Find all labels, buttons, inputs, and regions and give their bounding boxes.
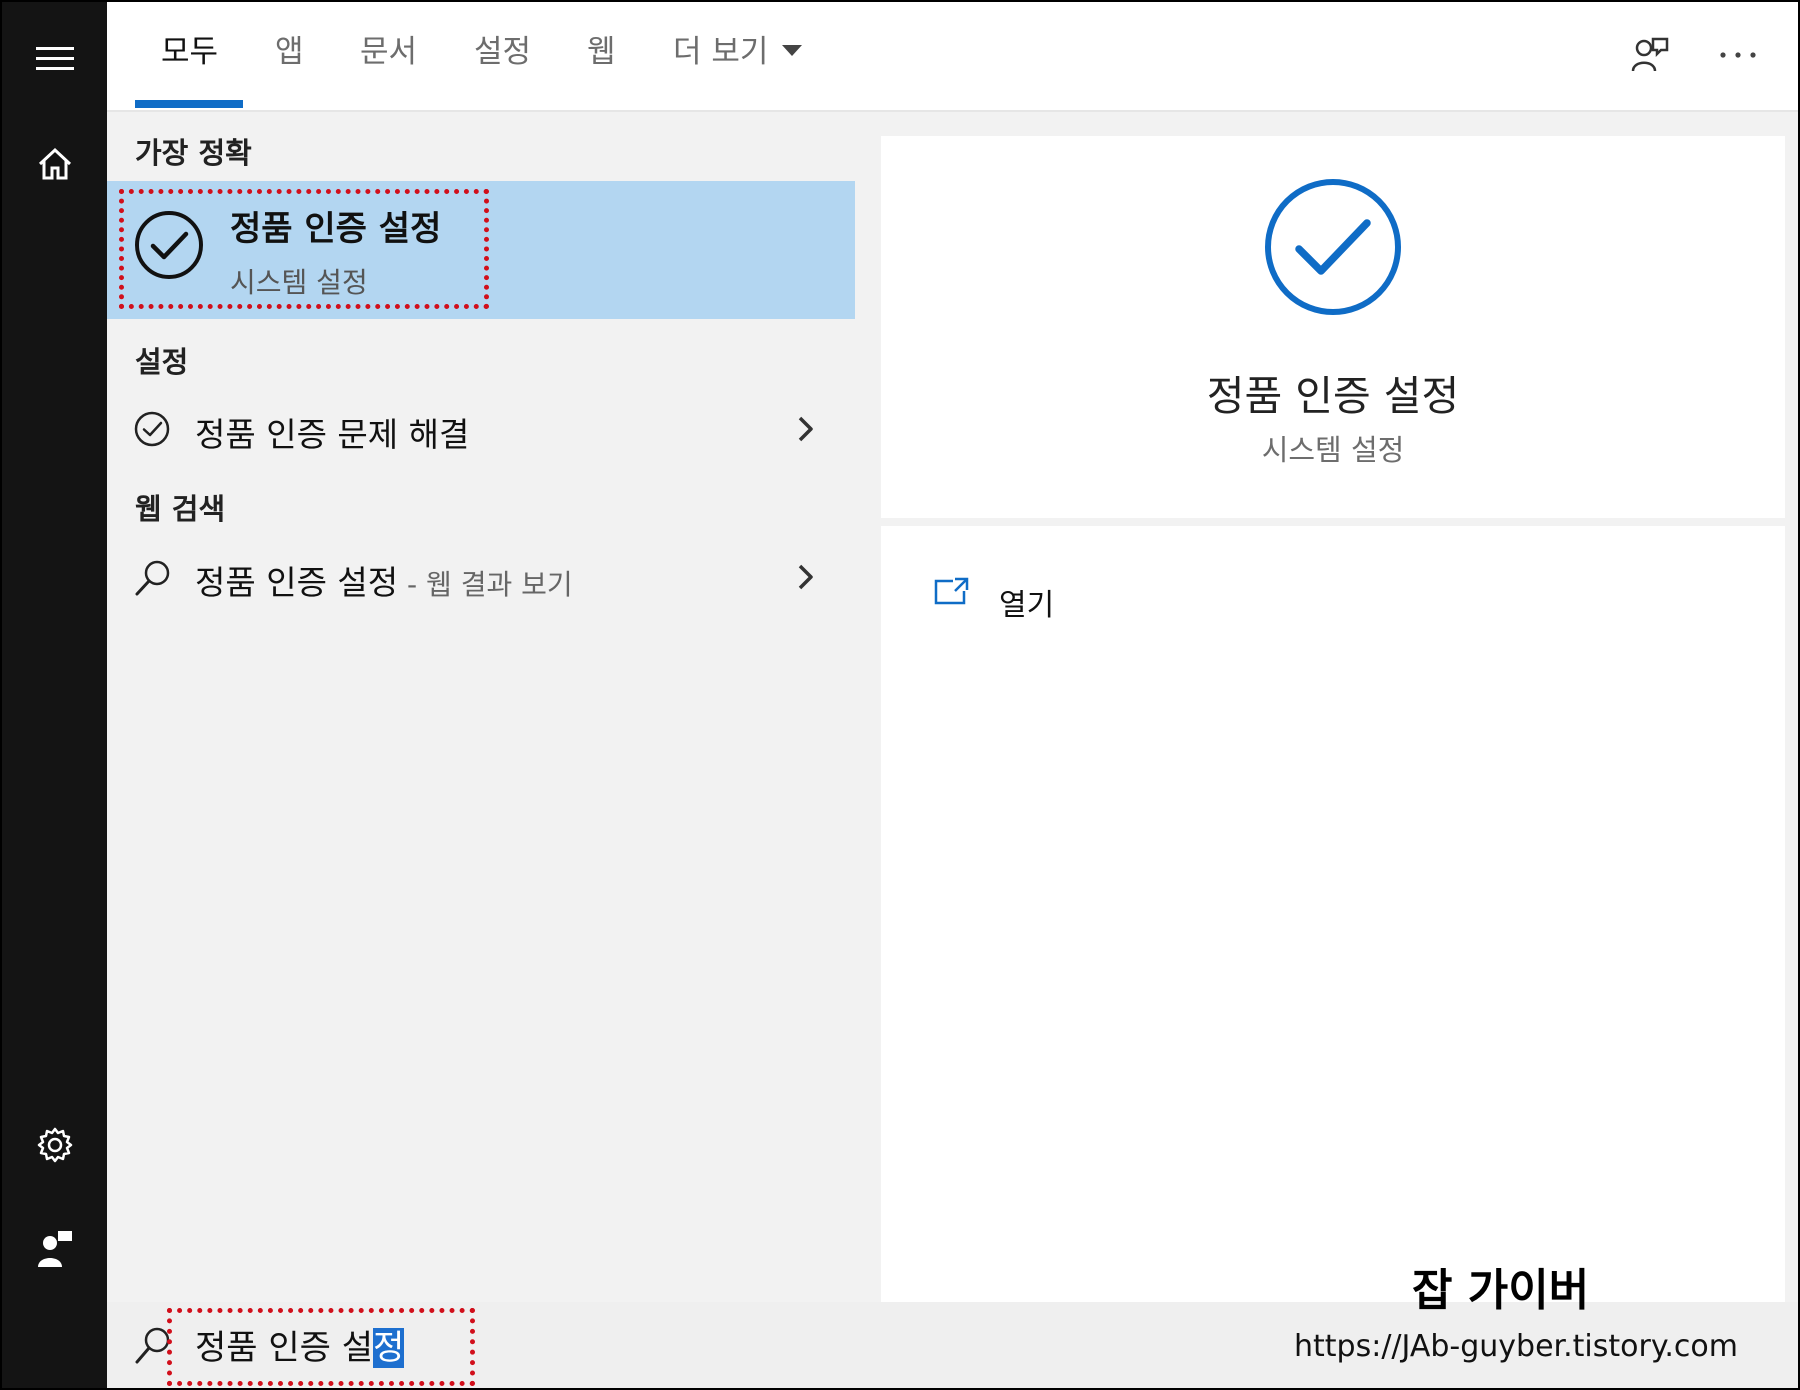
annotation-highlight-box bbox=[119, 189, 489, 309]
tab-all[interactable]: 모두 bbox=[161, 30, 218, 74]
web-result-item[interactable]: 정품 인증 설정 - 웹 결과 보기 bbox=[107, 540, 855, 614]
web-result-suffix: - 웹 결과 보기 bbox=[398, 568, 573, 601]
search-window: 모두 앱 문서 설정 웹 더 보기 가장 정확 정품 인증 설정 시스템 설정 bbox=[0, 0, 1800, 1390]
checkmark-circle-icon bbox=[134, 411, 170, 447]
tab-web[interactable]: 웹 bbox=[587, 30, 616, 74]
chevron-down-icon bbox=[782, 45, 803, 56]
settings-result-item[interactable]: 정품 인증 문제 해결 bbox=[107, 392, 855, 466]
watermark-title: 잡 가이버 bbox=[1412, 1265, 1590, 1316]
home-icon[interactable] bbox=[28, 137, 82, 191]
web-result-title: 정품 인증 설정 bbox=[195, 563, 399, 602]
preview-title: 정품 인증 설정 bbox=[1206, 372, 1460, 420]
open-external-icon bbox=[934, 577, 969, 605]
settings-heading: 설정 bbox=[135, 345, 189, 379]
tab-more[interactable]: 더 보기 bbox=[673, 30, 803, 74]
web-result-label: 정품 인증 설정 - 웹 결과 보기 bbox=[195, 556, 573, 604]
preview-card: 정품 인증 설정 시스템 설정 bbox=[881, 136, 1785, 518]
best-match-item[interactable]: 정품 인증 설정 시스템 설정 bbox=[107, 181, 855, 319]
feedback-person-icon[interactable] bbox=[28, 1222, 82, 1276]
active-tab-indicator bbox=[135, 100, 243, 108]
hamburger-menu-icon[interactable] bbox=[28, 32, 82, 86]
preview-pane: 정품 인증 설정 시스템 설정 열기 bbox=[855, 112, 1798, 1302]
tab-apps[interactable]: 앱 bbox=[275, 30, 304, 74]
web-search-heading: 웹 검색 bbox=[135, 492, 226, 526]
filter-tabs: 모두 앱 문서 설정 웹 더 보기 bbox=[107, 2, 1798, 112]
nav-rail bbox=[2, 2, 107, 1388]
settings-result-label: 정품 인증 문제 해결 bbox=[195, 415, 470, 454]
settings-gear-icon[interactable] bbox=[28, 1118, 82, 1172]
tab-settings[interactable]: 설정 bbox=[474, 30, 531, 74]
open-action[interactable]: 열기 bbox=[921, 566, 1121, 636]
chevron-right-icon[interactable] bbox=[790, 412, 820, 446]
preview-subtitle: 시스템 설정 bbox=[1261, 433, 1405, 467]
checkmark-circle-icon bbox=[1265, 179, 1401, 315]
preview-actions: 열기 bbox=[881, 526, 1785, 1302]
watermark-url: https://JAb-guyber.tistory.com bbox=[1294, 1329, 1738, 1364]
best-match-heading: 가장 정확 bbox=[135, 136, 252, 170]
annotation-highlight-box bbox=[167, 1308, 475, 1386]
chevron-right-icon[interactable] bbox=[790, 560, 820, 594]
feedback-icon[interactable] bbox=[1625, 30, 1675, 80]
open-label: 열기 bbox=[999, 588, 1055, 623]
search-icon bbox=[135, 560, 170, 596]
results-list: 가장 정확 정품 인증 설정 시스템 설정 설정 정품 인증 문제 해결 웹 검… bbox=[107, 112, 855, 1302]
tab-more-label: 더 보기 bbox=[673, 34, 769, 70]
more-options-icon[interactable] bbox=[1713, 30, 1763, 80]
tab-documents[interactable]: 문서 bbox=[360, 30, 417, 74]
